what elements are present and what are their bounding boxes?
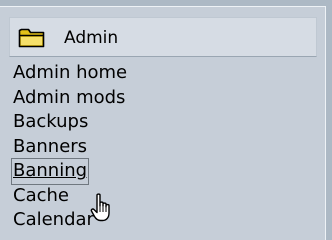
menu-item-label: Backups [13,111,89,132]
menu-item-banning[interactable]: Banning [10,158,127,185]
menu-item-backups[interactable]: Backups [13,110,127,135]
menu-item-label: Banners [13,135,88,157]
menu-item-calendar[interactable]: Calendar [13,208,127,233]
admin-menu: Admin home Admin mods Backups Banners Ba… [10,61,127,233]
menu-item-label: Admin home [13,62,128,83]
menu-item-banners[interactable]: Banners [13,135,127,160]
folder-icon [18,28,45,48]
menu-item-label: Cache [13,184,69,206]
header-title: Admin [64,28,119,48]
menu-item-label: Calendar [13,209,94,230]
menu-item-label: Banning [10,158,90,185]
menu-item-admin-home[interactable]: Admin home [13,61,127,86]
app-frame: Admin Admin home Admin mods Backups Bann… [0,0,332,240]
admin-section-header[interactable]: Admin [9,17,317,57]
menu-item-label: Admin mods [13,86,126,108]
menu-item-admin-mods[interactable]: Admin mods [13,86,127,111]
menu-item-cache[interactable]: Cache [13,184,127,209]
